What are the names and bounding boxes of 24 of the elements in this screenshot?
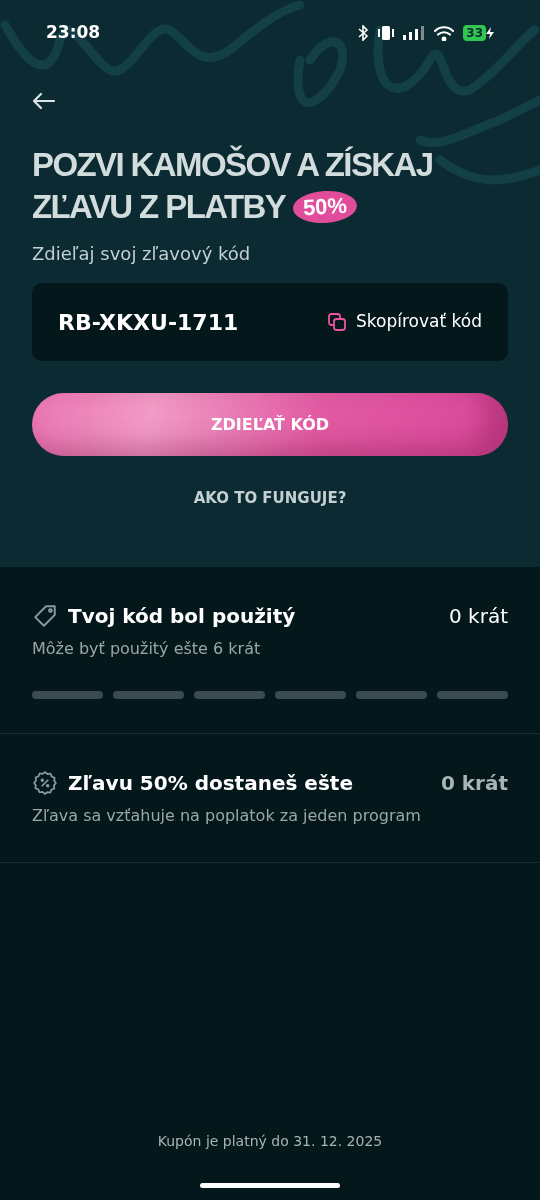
stat-count: 0 krát xyxy=(440,770,508,797)
discount-badge: 50% xyxy=(292,189,359,225)
tag-icon xyxy=(32,603,58,629)
vibrate-icon xyxy=(378,26,395,40)
discount-code: RB-XKXU-1711 xyxy=(58,308,239,337)
stat-note: Môže byť použitý ešte 6 krát xyxy=(32,638,262,660)
signal-icon xyxy=(403,26,426,40)
bluetooth-icon xyxy=(357,25,370,41)
how-it-works-link[interactable]: AKO TO FUNGUJE? xyxy=(193,487,347,510)
back-arrow-icon[interactable] xyxy=(32,92,56,110)
stat-title: Tvoj kód bol použitý xyxy=(68,603,296,630)
subtitle: Zdieľaj svoj zľavový kód xyxy=(32,242,252,266)
stat-note: Zľava sa vzťahuje na poplatok za jeden program xyxy=(32,805,422,827)
discount-badge-icon xyxy=(32,770,58,796)
page-heading: ZĽAVU Z PLATBY xyxy=(32,187,286,227)
stat-count: 0 krát xyxy=(449,603,508,630)
battery-indicator: 33 xyxy=(463,25,486,41)
stat-title: Zľavu 50% dostaneš ešte xyxy=(68,770,353,797)
copy-code-button[interactable]: Skopírovať kód xyxy=(328,309,482,335)
copy-icon xyxy=(328,313,347,331)
clock: 23:08 xyxy=(46,21,101,45)
coupon-validity: Kupón je platný do 31. 12. 2025 xyxy=(157,1132,383,1151)
wifi-icon xyxy=(434,25,455,41)
page-heading: POZVI KAMOŠOV A ZÍSKAJ xyxy=(32,144,434,185)
